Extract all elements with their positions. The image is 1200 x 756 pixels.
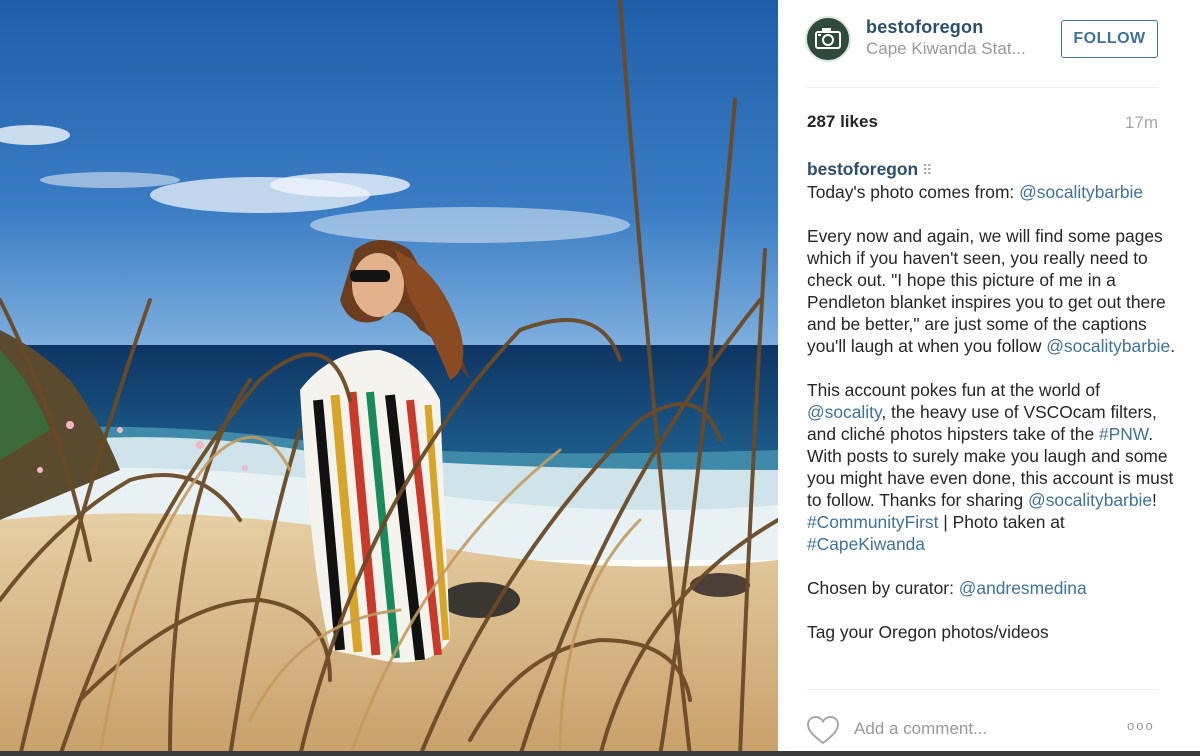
hashtag-link[interactable]: #PNW [1099, 424, 1148, 444]
divider [807, 689, 1158, 690]
caption-paragraph: Tag your Oregon photos/videos [807, 621, 1177, 643]
more-options-icon[interactable]: ooo [1127, 718, 1155, 733]
caption-paragraph: Chosen by curator: @andresmedina [807, 577, 1177, 599]
caption-paragraph: This account pokes fun at the world of @… [807, 379, 1177, 555]
mention-link[interactable]: @socalitybarbie [1019, 182, 1143, 202]
post-detail-panel: bestoforegon Cape Kiwanda Stat... FOLLOW… [779, 0, 1200, 756]
caption-text: . [1170, 336, 1176, 356]
caption-username[interactable]: bestoforegon [807, 159, 918, 179]
post-photo[interactable] [0, 0, 778, 756]
mention-link[interactable]: @andresmedina [959, 578, 1087, 598]
caption-text: Today's photo comes from: [807, 182, 1020, 202]
caption-text: This account pokes fun at the world of [807, 380, 1100, 400]
comment-bar: ooo [779, 700, 1200, 756]
mention-link[interactable]: @socalitybarbie [1046, 336, 1170, 356]
post-header: bestoforegon Cape Kiwanda Stat... FOLLOW [779, 0, 1200, 88]
comment-input[interactable] [854, 717, 1104, 741]
avatar[interactable] [805, 16, 851, 62]
caption: bestoforegon ⠿ Today's photo comes from: … [807, 158, 1177, 643]
caption-text: Chosen by curator: [807, 578, 959, 598]
mention-link[interactable]: @socality [807, 402, 881, 422]
caption-text: Tag your Oregon photos/videos [807, 622, 1049, 642]
hashtag-link[interactable]: #CapeKiwanda [807, 534, 925, 554]
likes-count[interactable]: 287 likes [807, 112, 878, 132]
follow-button[interactable]: FOLLOW [1061, 20, 1158, 58]
post-username[interactable]: bestoforegon [866, 17, 983, 38]
dots-icon: ⠿ [922, 162, 932, 178]
post-time[interactable]: 17m [1125, 113, 1158, 133]
caption-text: ! [1152, 490, 1157, 510]
divider [807, 87, 1158, 88]
photo-scene [0, 0, 778, 756]
heart-icon[interactable] [806, 715, 840, 745]
caption-paragraph: Every now and again, we will find some p… [807, 225, 1177, 357]
caption-header: bestoforegon ⠿ Today's photo comes from: … [807, 158, 1177, 203]
post-location[interactable]: Cape Kiwanda Stat... [866, 39, 1026, 59]
bottom-edge [0, 751, 1200, 756]
mention-link[interactable]: @socalitybarbie [1028, 490, 1152, 510]
camera-icon [815, 28, 841, 49]
hashtag-link[interactable]: #CommunityFirst [807, 512, 938, 532]
caption-text: | Photo taken at [938, 512, 1065, 532]
